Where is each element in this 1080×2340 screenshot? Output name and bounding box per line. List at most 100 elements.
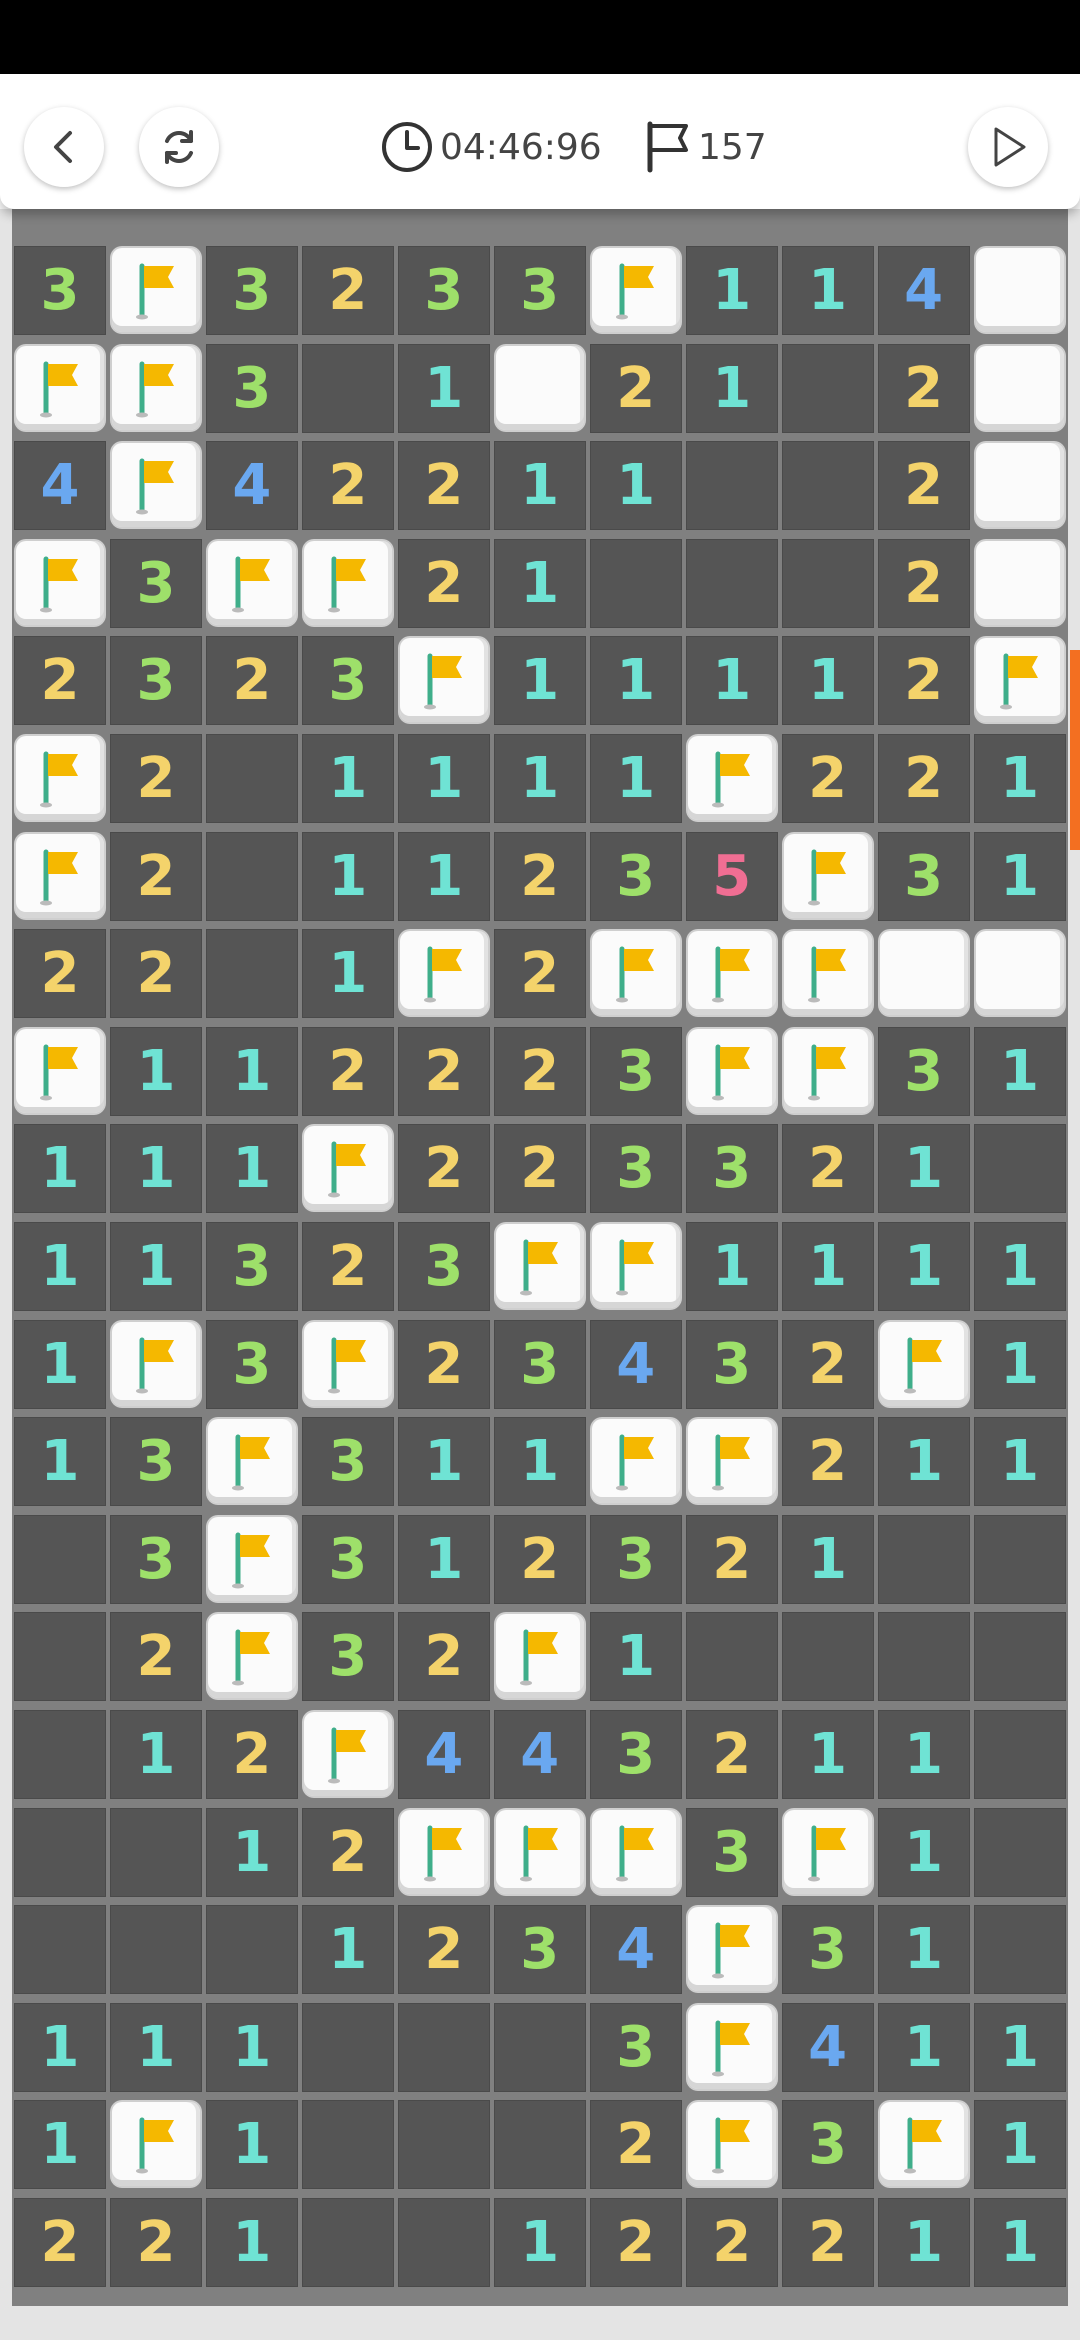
number-cell[interactable]: 1 — [205, 2100, 298, 2190]
empty-cell[interactable] — [685, 441, 778, 531]
covered-cell[interactable] — [975, 345, 1064, 430]
number-cell[interactable]: 4 — [589, 1905, 682, 1995]
flagged-cell[interactable] — [591, 931, 680, 1016]
number-cell[interactable]: 3 — [685, 1319, 778, 1409]
empty-cell[interactable] — [301, 2197, 394, 2287]
number-cell[interactable]: 3 — [781, 1905, 874, 1995]
number-cell[interactable]: 4 — [397, 1709, 490, 1799]
number-cell[interactable]: 3 — [397, 246, 490, 335]
number-cell[interactable]: 1 — [301, 1905, 394, 1995]
number-cell[interactable]: 2 — [781, 1124, 874, 1214]
number-cell[interactable]: 1 — [301, 733, 394, 823]
number-cell[interactable]: 2 — [781, 2197, 874, 2287]
number-cell[interactable]: 3 — [493, 1319, 586, 1409]
flagged-cell[interactable] — [783, 1028, 872, 1113]
number-cell[interactable]: 1 — [781, 1221, 874, 1311]
number-cell[interactable]: 3 — [205, 1221, 298, 1311]
number-cell[interactable]: 2 — [493, 929, 586, 1019]
number-cell[interactable]: 1 — [109, 1221, 202, 1311]
empty-cell[interactable] — [493, 2100, 586, 2190]
number-cell[interactable]: 2 — [781, 1417, 874, 1507]
number-cell[interactable]: 1 — [589, 1612, 682, 1702]
number-cell[interactable]: 1 — [493, 636, 586, 726]
scroll-indicator[interactable] — [1070, 650, 1080, 850]
flagged-cell[interactable] — [111, 345, 200, 430]
flagged-cell[interactable] — [303, 1711, 392, 1796]
number-cell[interactable]: 1 — [205, 2197, 298, 2287]
number-cell[interactable]: 3 — [877, 831, 970, 921]
covered-cell[interactable] — [975, 540, 1064, 625]
number-cell[interactable]: 1 — [109, 1709, 202, 1799]
empty-cell[interactable] — [14, 1514, 106, 1604]
empty-cell[interactable] — [301, 2002, 394, 2092]
number-cell[interactable]: 1 — [781, 636, 874, 726]
number-cell[interactable]: 1 — [493, 441, 586, 531]
number-cell[interactable]: 1 — [973, 2197, 1066, 2287]
number-cell[interactable]: 1 — [301, 929, 394, 1019]
number-cell[interactable]: 3 — [14, 246, 106, 335]
empty-cell[interactable] — [301, 2100, 394, 2190]
flagged-cell[interactable] — [687, 1419, 776, 1504]
number-cell[interactable]: 2 — [589, 343, 682, 433]
number-cell[interactable]: 1 — [973, 1026, 1066, 1116]
number-cell[interactable]: 1 — [781, 1709, 874, 1799]
number-cell[interactable]: 2 — [685, 2197, 778, 2287]
flagged-cell[interactable] — [399, 1809, 488, 1894]
number-cell[interactable]: 3 — [301, 1612, 394, 1702]
number-cell[interactable]: 1 — [109, 2002, 202, 2092]
flagged-cell[interactable] — [111, 248, 200, 332]
number-cell[interactable]: 1 — [877, 1905, 970, 1995]
number-cell[interactable]: 3 — [205, 1319, 298, 1409]
number-cell[interactable]: 3 — [589, 831, 682, 921]
number-cell[interactable]: 3 — [589, 2002, 682, 2092]
number-cell[interactable]: 2 — [109, 831, 202, 921]
number-cell[interactable]: 1 — [397, 1417, 490, 1507]
number-cell[interactable]: 1 — [493, 733, 586, 823]
empty-cell[interactable] — [109, 1807, 202, 1897]
number-cell[interactable]: 2 — [301, 441, 394, 531]
flagged-cell[interactable] — [879, 2102, 968, 2187]
number-cell[interactable]: 2 — [109, 2197, 202, 2287]
restart-button[interactable] — [139, 107, 219, 187]
number-cell[interactable]: 1 — [205, 1807, 298, 1897]
flagged-cell[interactable] — [783, 833, 872, 918]
number-cell[interactable]: 2 — [493, 1026, 586, 1116]
number-cell[interactable]: 1 — [589, 441, 682, 531]
number-cell[interactable]: 2 — [109, 1612, 202, 1702]
empty-cell[interactable] — [589, 538, 682, 628]
number-cell[interactable]: 2 — [877, 733, 970, 823]
empty-cell[interactable] — [973, 1709, 1066, 1799]
flagged-cell[interactable] — [111, 2102, 200, 2187]
flagged-cell[interactable] — [303, 540, 392, 625]
number-cell[interactable]: 4 — [205, 441, 298, 531]
number-cell[interactable]: 2 — [877, 441, 970, 531]
number-cell[interactable]: 1 — [205, 1026, 298, 1116]
number-cell[interactable]: 3 — [589, 1514, 682, 1604]
number-cell[interactable]: 1 — [973, 1221, 1066, 1311]
number-cell[interactable]: 2 — [301, 246, 394, 335]
number-cell[interactable]: 3 — [589, 1124, 682, 1214]
number-cell[interactable]: 1 — [14, 2100, 106, 2190]
flagged-cell[interactable] — [783, 1809, 872, 1894]
flagged-cell[interactable] — [207, 1516, 296, 1601]
number-cell[interactable]: 1 — [877, 1221, 970, 1311]
flagged-cell[interactable] — [975, 638, 1064, 723]
empty-cell[interactable] — [397, 2197, 490, 2287]
number-cell[interactable]: 2 — [877, 636, 970, 726]
flagged-cell[interactable] — [495, 1223, 584, 1308]
number-cell[interactable]: 3 — [493, 1905, 586, 1995]
number-cell[interactable]: 3 — [109, 1417, 202, 1507]
empty-cell[interactable] — [781, 441, 874, 531]
empty-cell[interactable] — [205, 831, 298, 921]
number-cell[interactable]: 1 — [493, 1417, 586, 1507]
flagged-cell[interactable] — [111, 1321, 200, 1406]
number-cell[interactable]: 1 — [14, 1124, 106, 1214]
number-cell[interactable]: 1 — [877, 1124, 970, 1214]
covered-cell[interactable] — [879, 931, 968, 1016]
number-cell[interactable]: 2 — [397, 441, 490, 531]
number-cell[interactable]: 3 — [109, 636, 202, 726]
number-cell[interactable]: 1 — [973, 1319, 1066, 1409]
number-cell[interactable]: 1 — [877, 1709, 970, 1799]
number-cell[interactable]: 3 — [589, 1026, 682, 1116]
number-cell[interactable]: 2 — [14, 636, 106, 726]
